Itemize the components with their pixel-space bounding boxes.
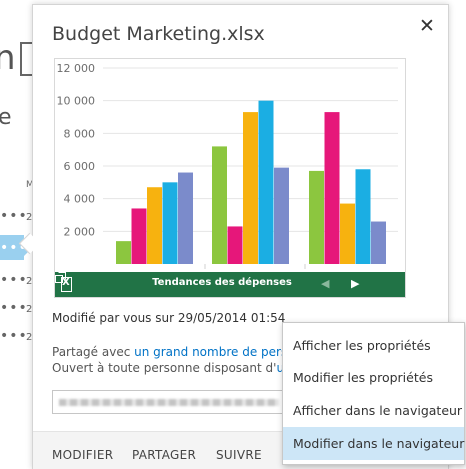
chart-bar	[178, 172, 193, 264]
chart-bar	[147, 187, 162, 264]
blurred-link	[59, 399, 279, 406]
modified-info: Modifié par vous sur 29/05/2014 01:54	[52, 311, 286, 325]
close-icon[interactable]: ✕	[417, 14, 437, 38]
chart-bar	[116, 241, 131, 264]
row-more-icon[interactable]: •••	[0, 208, 28, 224]
menu-item-edit-in-browser[interactable]: Modifier dans le navigateur	[283, 427, 464, 460]
chart-bar	[162, 182, 178, 264]
context-menu: Afficher les propriétés Modifier les pro…	[282, 322, 465, 465]
triangle-right-icon[interactable]: ▶	[351, 277, 359, 290]
open-to-info: Ouvert à toute personne disposant d'un	[52, 361, 312, 375]
y-tick-label: 2 000	[64, 225, 96, 238]
shared-info: Partagé avec un grand nombre de perso	[52, 345, 312, 359]
chart-bar	[212, 146, 227, 264]
chart-bar	[274, 167, 289, 264]
y-tick-label: 12 000	[57, 62, 96, 75]
share-link-field[interactable]	[52, 390, 306, 414]
chart-bar	[340, 203, 355, 264]
y-tick-label: 10 000	[57, 95, 96, 108]
chart-bar	[355, 169, 371, 264]
row-more-icon[interactable]: •••	[0, 328, 28, 344]
shared-prefix: Partagé avec	[52, 345, 135, 359]
row-more-icon[interactable]: •••	[0, 300, 28, 316]
excel-preview[interactable]: 12 000 10 000 8 000 6 000 4 000 2 000 X Tenda…	[54, 58, 406, 298]
edit-button[interactable]: MODIFIER	[52, 448, 113, 462]
y-tick-label: 4 000	[64, 193, 96, 206]
open-prefix: Ouvert à toute personne disposant d'	[52, 361, 277, 375]
background-text: e	[0, 105, 12, 130]
triangle-left-icon[interactable]: ◀	[321, 277, 329, 290]
excel-toolbar: X Tendances des dépenses ◀ ▶	[55, 272, 405, 297]
menu-item-view-in-browser[interactable]: Afficher dans le navigateur	[283, 394, 464, 427]
y-tick-label: 8 000	[64, 127, 96, 140]
shared-with-link[interactable]: un grand nombre de perso	[134, 345, 294, 359]
menu-item-view-properties[interactable]: Afficher les propriétés	[283, 329, 464, 362]
chart-bar	[371, 221, 386, 264]
chart-bar	[258, 100, 274, 264]
follow-button[interactable]: SUIVRE	[216, 448, 262, 462]
document-title[interactable]: Budget Marketing.xlsx	[52, 23, 265, 45]
sheet-title: Tendances des dépenses	[152, 277, 292, 288]
row-more-icon[interactable]: •••	[0, 272, 28, 288]
chart-bar	[243, 112, 258, 264]
chart-bar	[131, 208, 147, 264]
chart-bar	[227, 226, 243, 264]
chart-bar	[309, 170, 324, 264]
chart: 12 000 10 000 8 000 6 000 4 000 2 000	[57, 62, 398, 269]
popout-icon[interactable]	[55, 272, 66, 283]
y-tick-label: 6 000	[64, 160, 96, 173]
background-page-title: n	[0, 38, 16, 78]
menu-item-edit-properties[interactable]: Modifier les propriétés	[283, 361, 464, 394]
chart-bar	[324, 112, 340, 264]
share-button[interactable]: PARTAGER	[132, 448, 196, 462]
